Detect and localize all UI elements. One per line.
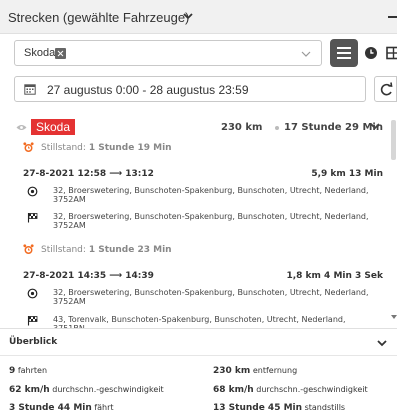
standstill-duration: 1 Stunde 23 Min — [88, 245, 172, 255]
scroll-down-arrow[interactable] — [391, 315, 397, 319]
start-address: 32, Broerswetering, Bunschoten-Spakenbur… — [53, 288, 369, 306]
vehicle-badge: Skoda — [31, 119, 76, 135]
trip-stats: 5,9 km 13 Min — [311, 169, 383, 179]
vehicle-chip: Skoda — [24, 47, 56, 59]
chevron-down-icon[interactable] — [301, 50, 311, 58]
end-address: 32, Broerswetering, Bunschoten-Spakenbur… — [53, 212, 369, 230]
overview-title: Überblick — [9, 337, 58, 347]
list-icon — [337, 47, 351, 59]
separator-dot — [275, 126, 279, 130]
eye-icon[interactable] — [16, 124, 27, 131]
stat-avg-speed: 62 km/h durchschn.-geschwindigkeit — [9, 385, 164, 395]
grid-icon — [386, 46, 397, 60]
stat-value: 230 km — [213, 366, 251, 376]
stat-distance: 230 km entfernung — [213, 366, 297, 376]
refresh-icon — [380, 82, 393, 96]
finish-flag-icon — [27, 213, 38, 223]
stat-label: fahrten — [17, 366, 48, 375]
refresh-button[interactable] — [374, 76, 397, 102]
chevron-down-icon[interactable] — [377, 339, 387, 347]
stat-label: fährt — [94, 403, 114, 412]
start-location-icon — [27, 186, 38, 197]
minimize-icon[interactable] — [388, 16, 397, 18]
standstill-text: Stillstand: 1 Stunde 19 Min — [41, 143, 172, 153]
finish-flag-icon — [27, 316, 38, 326]
stat-driving-time: 3 Stunde 44 Min fährt — [9, 403, 114, 413]
stat-label: durchschn.-geschwindigkeit — [52, 385, 164, 394]
standstill-label: Stillstand: — [41, 143, 86, 153]
standstill-duration: 1 Stunde 19 Min — [88, 143, 172, 153]
list-view-button[interactable] — [330, 39, 358, 67]
panel-header: Strecken (gewählte Fahrzeuge) — [0, 0, 397, 34]
trip-stats: 1,8 km 4 Min 3 Sek — [286, 271, 383, 281]
stat-value: 9 — [9, 366, 16, 376]
stat-avg-speed-2: 68 km/h durchschn.-geschwindigkeit — [213, 385, 368, 395]
stat-value: 3 Stunde 44 Min — [9, 403, 92, 413]
standstill-label: Stillstand: — [41, 245, 86, 255]
date-range-value: 27 augustus 0:00 - 28 augustus 23:59 — [47, 83, 249, 97]
vehicle-select[interactable]: Skoda — [14, 40, 322, 66]
stat-standstill-time: 13 Stunde 45 Min standstills — [213, 403, 345, 413]
chevron-down-icon[interactable] — [182, 10, 194, 22]
stat-label: durchschn.-geschwindigkeit — [256, 385, 368, 394]
stat-label: standstills — [304, 403, 346, 412]
trip-time[interactable]: 27-8-2021 14:35 ⟶ 14:39 — [23, 271, 154, 281]
scrollbar-thumb[interactable] — [391, 120, 396, 160]
stat-trips: 9 fahrten — [9, 366, 47, 376]
start-location-icon — [27, 288, 38, 299]
grid-view-button[interactable] — [380, 39, 397, 67]
chevron-down-icon[interactable] — [370, 122, 380, 130]
overview-header[interactable]: Überblick — [0, 328, 397, 356]
standstill-text: Stillstand: 1 Stunde 23 Min — [41, 245, 172, 255]
total-duration: 17 Stunde 29 Min — [284, 122, 383, 133]
stat-value: 13 Stunde 45 Min — [213, 403, 303, 413]
panel-title[interactable]: Strecken (gewählte Fahrzeuge) — [8, 10, 189, 25]
date-range-input[interactable]: 27 augustus 0:00 - 28 augustus 23:59 — [14, 76, 366, 102]
stat-label: entfernung — [252, 366, 298, 375]
calendar-icon — [24, 84, 36, 95]
alarm-icon — [23, 244, 34, 254]
total-distance: 230 km — [221, 122, 263, 133]
alarm-icon — [23, 142, 34, 152]
stat-value: 62 km/h — [9, 385, 50, 395]
start-address: 32, Broerswetering, Bunschoten-Spakenbur… — [53, 186, 369, 204]
chip-remove-icon[interactable] — [55, 48, 66, 59]
trip-list[interactable]: Skoda 230 km 17 Stunde 29 Min Stillstand… — [0, 112, 397, 328]
end-address: 43, Torenvalk, Bunschoten-Spakenburg, Bu… — [53, 315, 346, 328]
trip-time[interactable]: 27-8-2021 12:58 ⟶ 13:12 — [23, 169, 154, 179]
stat-value: 68 km/h — [213, 385, 254, 395]
